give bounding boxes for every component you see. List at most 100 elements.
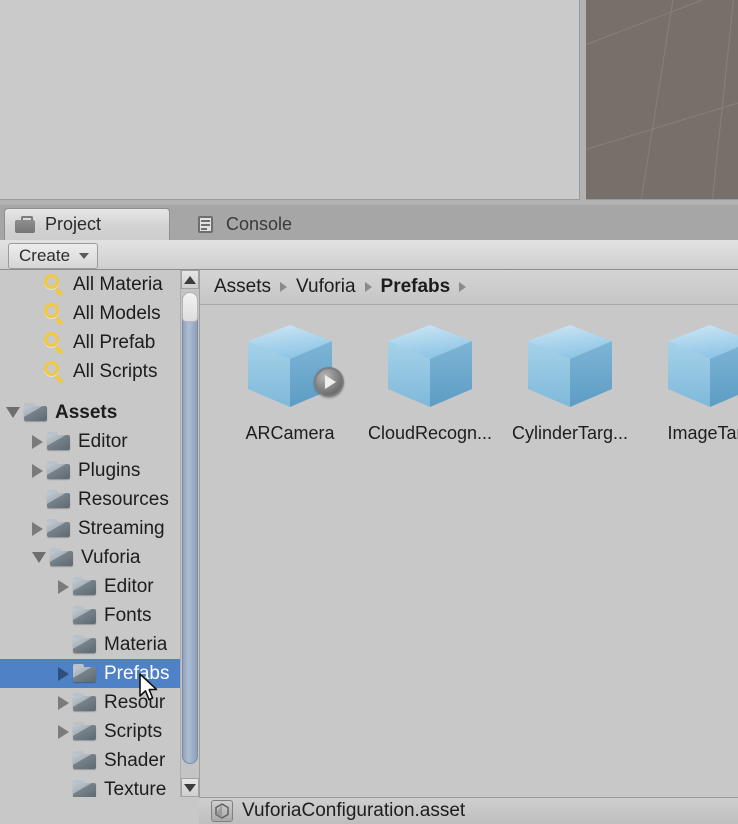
tree-folder-label: Scripts: [104, 720, 163, 742]
search-icon: [42, 302, 68, 326]
asset-grid-item[interactable]: ImageTarg: [640, 319, 738, 444]
tree-search-row[interactable]: All Prefab: [0, 328, 180, 357]
tree-folder-row[interactable]: Plugins: [0, 456, 180, 485]
prefab-expand-badge-icon[interactable]: [314, 367, 344, 397]
folder-icon: [73, 605, 97, 626]
asset-grid-item-label: CloudRecogn...: [367, 423, 493, 443]
tree-folder-row[interactable]: Fonts: [0, 601, 180, 630]
tab-console-label: Console: [226, 213, 293, 234]
project-tree-panel[interactable]: All Materia All Models All Prefab All Scrip…: [0, 270, 180, 797]
scrollbar-thumb-cap[interactable]: [182, 292, 198, 322]
tree-folder-label: Resour: [104, 691, 166, 713]
chevron-right-icon[interactable]: [32, 434, 43, 449]
folder-icon: [73, 721, 97, 742]
scene-grid-line: [639, 0, 675, 199]
tree-folder-label: Editor: [104, 575, 154, 597]
tree-search-label: All Prefab: [73, 331, 156, 353]
chevron-right-icon[interactable]: [32, 463, 43, 478]
tree-folder-row[interactable]: Prefabs: [0, 659, 180, 688]
tree-folder-row[interactable]: Shader: [0, 746, 180, 775]
caret-down-icon: [184, 783, 196, 792]
folder-icon: [47, 489, 71, 510]
scene-grid-line: [586, 0, 738, 49]
tree-folder-label: Fonts: [104, 604, 152, 626]
scene-view-area: [0, 0, 738, 205]
tree-folder-row[interactable]: Assets: [0, 398, 180, 427]
folder-icon: [47, 460, 71, 481]
chevron-down-icon: [79, 253, 90, 259]
asset-content-panel[interactable]: Assets Vuforia Prefabs ARCamera CloudRecogn…: [199, 270, 738, 797]
tree-search-row[interactable]: All Scripts: [0, 357, 180, 386]
tree-folder-row[interactable]: Texture: [0, 775, 180, 797]
status-bar: VuforiaConfiguration.asset: [199, 797, 738, 824]
tree-search-label: All Scripts: [73, 360, 158, 382]
chevron-right-icon[interactable]: [58, 695, 69, 710]
chevron-right-icon[interactable]: [32, 521, 43, 536]
tree-vertical-scrollbar[interactable]: [180, 270, 199, 797]
caret-up-icon: [184, 275, 196, 284]
scroll-down-button[interactable]: [181, 778, 199, 797]
asset-grid-item[interactable]: ARCamera: [220, 319, 360, 444]
status-bar-text: VuforiaConfiguration.asset: [242, 800, 466, 821]
folder-icon: [47, 518, 71, 539]
scene-grid-line: [709, 0, 735, 199]
create-button[interactable]: Create: [8, 243, 99, 269]
chevron-down-icon[interactable]: [32, 552, 46, 563]
tree-folder-row[interactable]: Streaming: [0, 514, 180, 543]
folder-icon: [50, 547, 74, 568]
folder-icon: [73, 779, 97, 797]
breadcrumb-item[interactable]: Vuforia: [296, 276, 356, 298]
tab-project-label: Project: [45, 214, 102, 234]
tree-search-label: All Materia: [73, 273, 163, 295]
breadcrumb-item[interactable]: Prefabs: [381, 276, 451, 298]
scrollbar-thumb[interactable]: [182, 292, 198, 764]
asset-grid-item-label: ARCamera: [245, 423, 335, 443]
create-button-label: Create: [19, 246, 71, 265]
folder-icon: [73, 576, 97, 597]
tree-folder-label: Plugins: [78, 459, 141, 481]
chevron-right-icon[interactable]: [58, 579, 69, 594]
tree-folder-row[interactable]: Scripts: [0, 717, 180, 746]
scene-grid-line: [586, 90, 738, 153]
unity-editor-window: Project Console Create All Materia All Mo…: [0, 0, 738, 824]
asset-grid-item[interactable]: CloudRecogn...: [360, 319, 500, 444]
scene-view-right-panel[interactable]: [586, 0, 738, 200]
tree-folder-row[interactable]: Resources: [0, 485, 180, 514]
folder-icon: [47, 431, 71, 452]
prefab-cube-icon: [662, 319, 738, 415]
chevron-right-icon[interactable]: [58, 666, 69, 681]
folder-icon: [24, 402, 48, 423]
tree-search-row[interactable]: All Models: [0, 299, 180, 328]
asset-grid-item[interactable]: CylinderTarg...: [500, 319, 640, 444]
tree-folder-label: Streaming: [78, 517, 165, 539]
tree-folder-row[interactable]: Materia: [0, 630, 180, 659]
tree-folder-row[interactable]: Editor: [0, 427, 180, 456]
tree-folder-label: Editor: [78, 430, 128, 452]
search-icon: [42, 273, 68, 297]
tree-folder-label: Texture: [104, 778, 167, 798]
chevron-right-icon: [280, 282, 288, 292]
panel-tab-strip: Project Console: [0, 205, 738, 240]
tree-folder-label: Shader: [104, 749, 166, 771]
chevron-down-icon[interactable]: [6, 407, 20, 418]
prefab-cube-icon: [382, 319, 478, 415]
project-folder-icon: [15, 215, 35, 234]
tree-folder-row[interactable]: Editor: [0, 572, 180, 601]
asset-grid-item-label: CylinderTarg...: [511, 423, 629, 443]
tree-folder-row[interactable]: Resour: [0, 688, 180, 717]
folder-icon: [73, 692, 97, 713]
console-document-icon: [196, 215, 216, 233]
tree-folder-row[interactable]: Vuforia: [0, 543, 180, 572]
chevron-right-icon[interactable]: [58, 724, 69, 739]
tree-search-row[interactable]: All Materia: [0, 270, 180, 299]
scene-view-left-panel[interactable]: [0, 0, 580, 200]
tab-console[interactable]: Console: [186, 208, 306, 240]
project-browser-body: All Materia All Models All Prefab All Scrip…: [0, 270, 738, 797]
tab-project[interactable]: Project: [4, 208, 170, 240]
status-bar-left-filler: [0, 797, 199, 824]
tree-folder-label: Resources: [78, 488, 169, 510]
search-icon: [42, 360, 68, 384]
scroll-up-button[interactable]: [181, 270, 199, 289]
breadcrumb-item[interactable]: Assets: [214, 276, 271, 298]
